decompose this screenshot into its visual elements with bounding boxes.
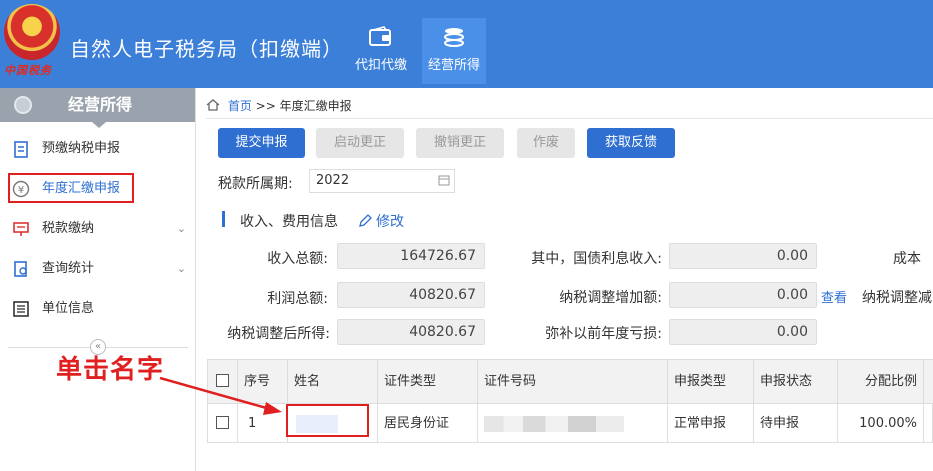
section-marker <box>222 211 225 227</box>
adjusted-income-field: 40820.67 <box>337 319 485 345</box>
nav-label: 经营所得 <box>427 58 480 73</box>
sidebar-item-prepay[interactable]: 预缴纳税申报 <box>0 131 196 167</box>
coins-icon <box>444 28 464 47</box>
header-ratio: 分配比例 <box>838 360 924 403</box>
emblem-text: 中国税务 <box>4 64 52 77</box>
annotation-text: 单击名字 <box>56 355 165 385</box>
period-date-field[interactable]: 2022 <box>309 169 455 193</box>
id-number-redaction <box>484 415 624 432</box>
cost-label: 成本 <box>893 251 921 267</box>
header-status: 申报状态 <box>754 360 838 403</box>
sidebar-item-tax-payment[interactable]: 税款缴纳 ⌄ <box>0 211 196 247</box>
calendar-icon <box>438 175 450 186</box>
select-all-checkbox[interactable] <box>216 374 229 387</box>
section-title: 收入、费用信息 <box>240 214 338 230</box>
sidebar-header: 经营所得 <box>0 88 195 128</box>
sidebar-item-unit-info[interactable]: 单位信息 <box>0 291 196 327</box>
table-header: 序号 姓名 证件类型 证件号码 申报类型 申报状态 分配比例 <box>208 360 933 404</box>
total-income-label: 收入总额: <box>267 251 328 267</box>
header-name: 姓名 <box>288 360 378 403</box>
loss-offset-field: 0.00 <box>669 319 817 345</box>
row-report-type: 正常申报 <box>668 404 754 443</box>
header-index: 序号 <box>238 360 288 403</box>
nav-withholding[interactable]: 代扣代缴 <box>349 18 413 84</box>
app-title: 自然人电子税务局（扣缴端） <box>70 37 343 61</box>
tax-emblem-logo <box>4 4 60 60</box>
period-value: 2022 <box>316 173 350 188</box>
select-all-cell[interactable] <box>208 360 238 403</box>
chevron-down-icon: ⌄ <box>176 222 186 235</box>
tax-adj-decrease-label: 纳税调整减 <box>862 290 932 306</box>
sidebar-item-label: 查询统计 <box>42 261 95 276</box>
view-link[interactable]: 查看 <box>821 287 847 306</box>
bond-interest-field: 0.00 <box>669 243 817 269</box>
loss-offset-label: 弥补以前年度亏损: <box>545 326 662 342</box>
bond-interest-label: 其中，国债利息收入: <box>531 251 662 267</box>
breadcrumb-home-link[interactable]: 首页 <box>228 99 252 113</box>
cancel-correction-button[interactable]: 撤销更正 <box>416 128 504 158</box>
sidebar-item-label: 预缴纳税申报 <box>42 141 121 156</box>
get-feedback-button[interactable]: 获取反馈 <box>587 128 675 158</box>
header-notch <box>92 122 106 128</box>
query-icon <box>14 261 27 277</box>
payment-icon <box>13 222 29 236</box>
name-click-highlight <box>286 404 369 437</box>
home-icon <box>206 99 220 111</box>
header-id-type: 证件类型 <box>378 360 478 403</box>
edit-link[interactable]: 修改 <box>358 211 404 231</box>
total-profit-label: 利润总额: <box>267 291 328 307</box>
breadcrumb-current: 年度汇缴申报 <box>279 99 352 113</box>
row-select-cell[interactable] <box>208 404 238 443</box>
list-icon <box>13 301 29 317</box>
sidebar-title: 经营所得 <box>68 95 133 114</box>
row-ratio: 100.00% <box>838 404 924 443</box>
clipboard-icon <box>14 141 28 158</box>
coin-icon <box>14 96 32 114</box>
row-index: 1 <box>238 404 288 443</box>
sidebar-item-label: 税款缴纳 <box>42 221 95 236</box>
sidebar-item-query[interactable]: 查询统计 ⌄ <box>0 251 196 287</box>
sidebar-item-label: 单位信息 <box>42 301 95 316</box>
row-id-type: 居民身份证 <box>378 404 478 443</box>
edit-pencil-icon <box>359 214 372 227</box>
annual-selection-highlight <box>8 173 134 203</box>
row-status: 待申报 <box>754 404 838 443</box>
row-id-number <box>478 404 668 443</box>
total-income-field: 164726.67 <box>337 243 485 269</box>
nav-label: 代扣代缴 <box>354 58 407 73</box>
nav-business-income[interactable]: 经营所得 <box>422 18 486 84</box>
wallet-icon <box>369 26 391 46</box>
chevron-down-icon: ⌄ <box>176 262 186 275</box>
sidebar: 经营所得 预缴纳税申报 ¥ 年度汇缴申报 税款缴纳 ⌄ 查询统计 ⌄ 单位信息 … <box>0 88 196 471</box>
tax-adj-increase-label: 纳税调整增加额: <box>559 290 662 306</box>
tax-adj-increase-field: 0.00 <box>669 282 817 308</box>
total-profit-field: 40820.67 <box>337 282 485 308</box>
submit-report-button[interactable]: 提交申报 <box>218 128 305 158</box>
adjusted-income-label: 纳税调整后所得: <box>227 326 330 342</box>
header-report-type: 申报类型 <box>668 360 754 403</box>
void-button[interactable]: 作废 <box>517 128 575 158</box>
edit-link-label: 修改 <box>376 214 404 230</box>
header-id-number: 证件号码 <box>478 360 668 403</box>
row-checkbox[interactable] <box>216 416 229 429</box>
period-label: 税款所属期: <box>218 176 293 192</box>
breadcrumb-divider <box>206 118 933 119</box>
breadcrumb-separator: >> <box>255 99 276 113</box>
app-header: 中国税务 自然人电子税务局（扣缴端） 代扣代缴 经营所得 <box>0 0 933 88</box>
start-correction-button[interactable]: 启动更正 <box>316 128 404 158</box>
breadcrumb: 首页 >> 年度汇缴申报 <box>206 97 352 114</box>
